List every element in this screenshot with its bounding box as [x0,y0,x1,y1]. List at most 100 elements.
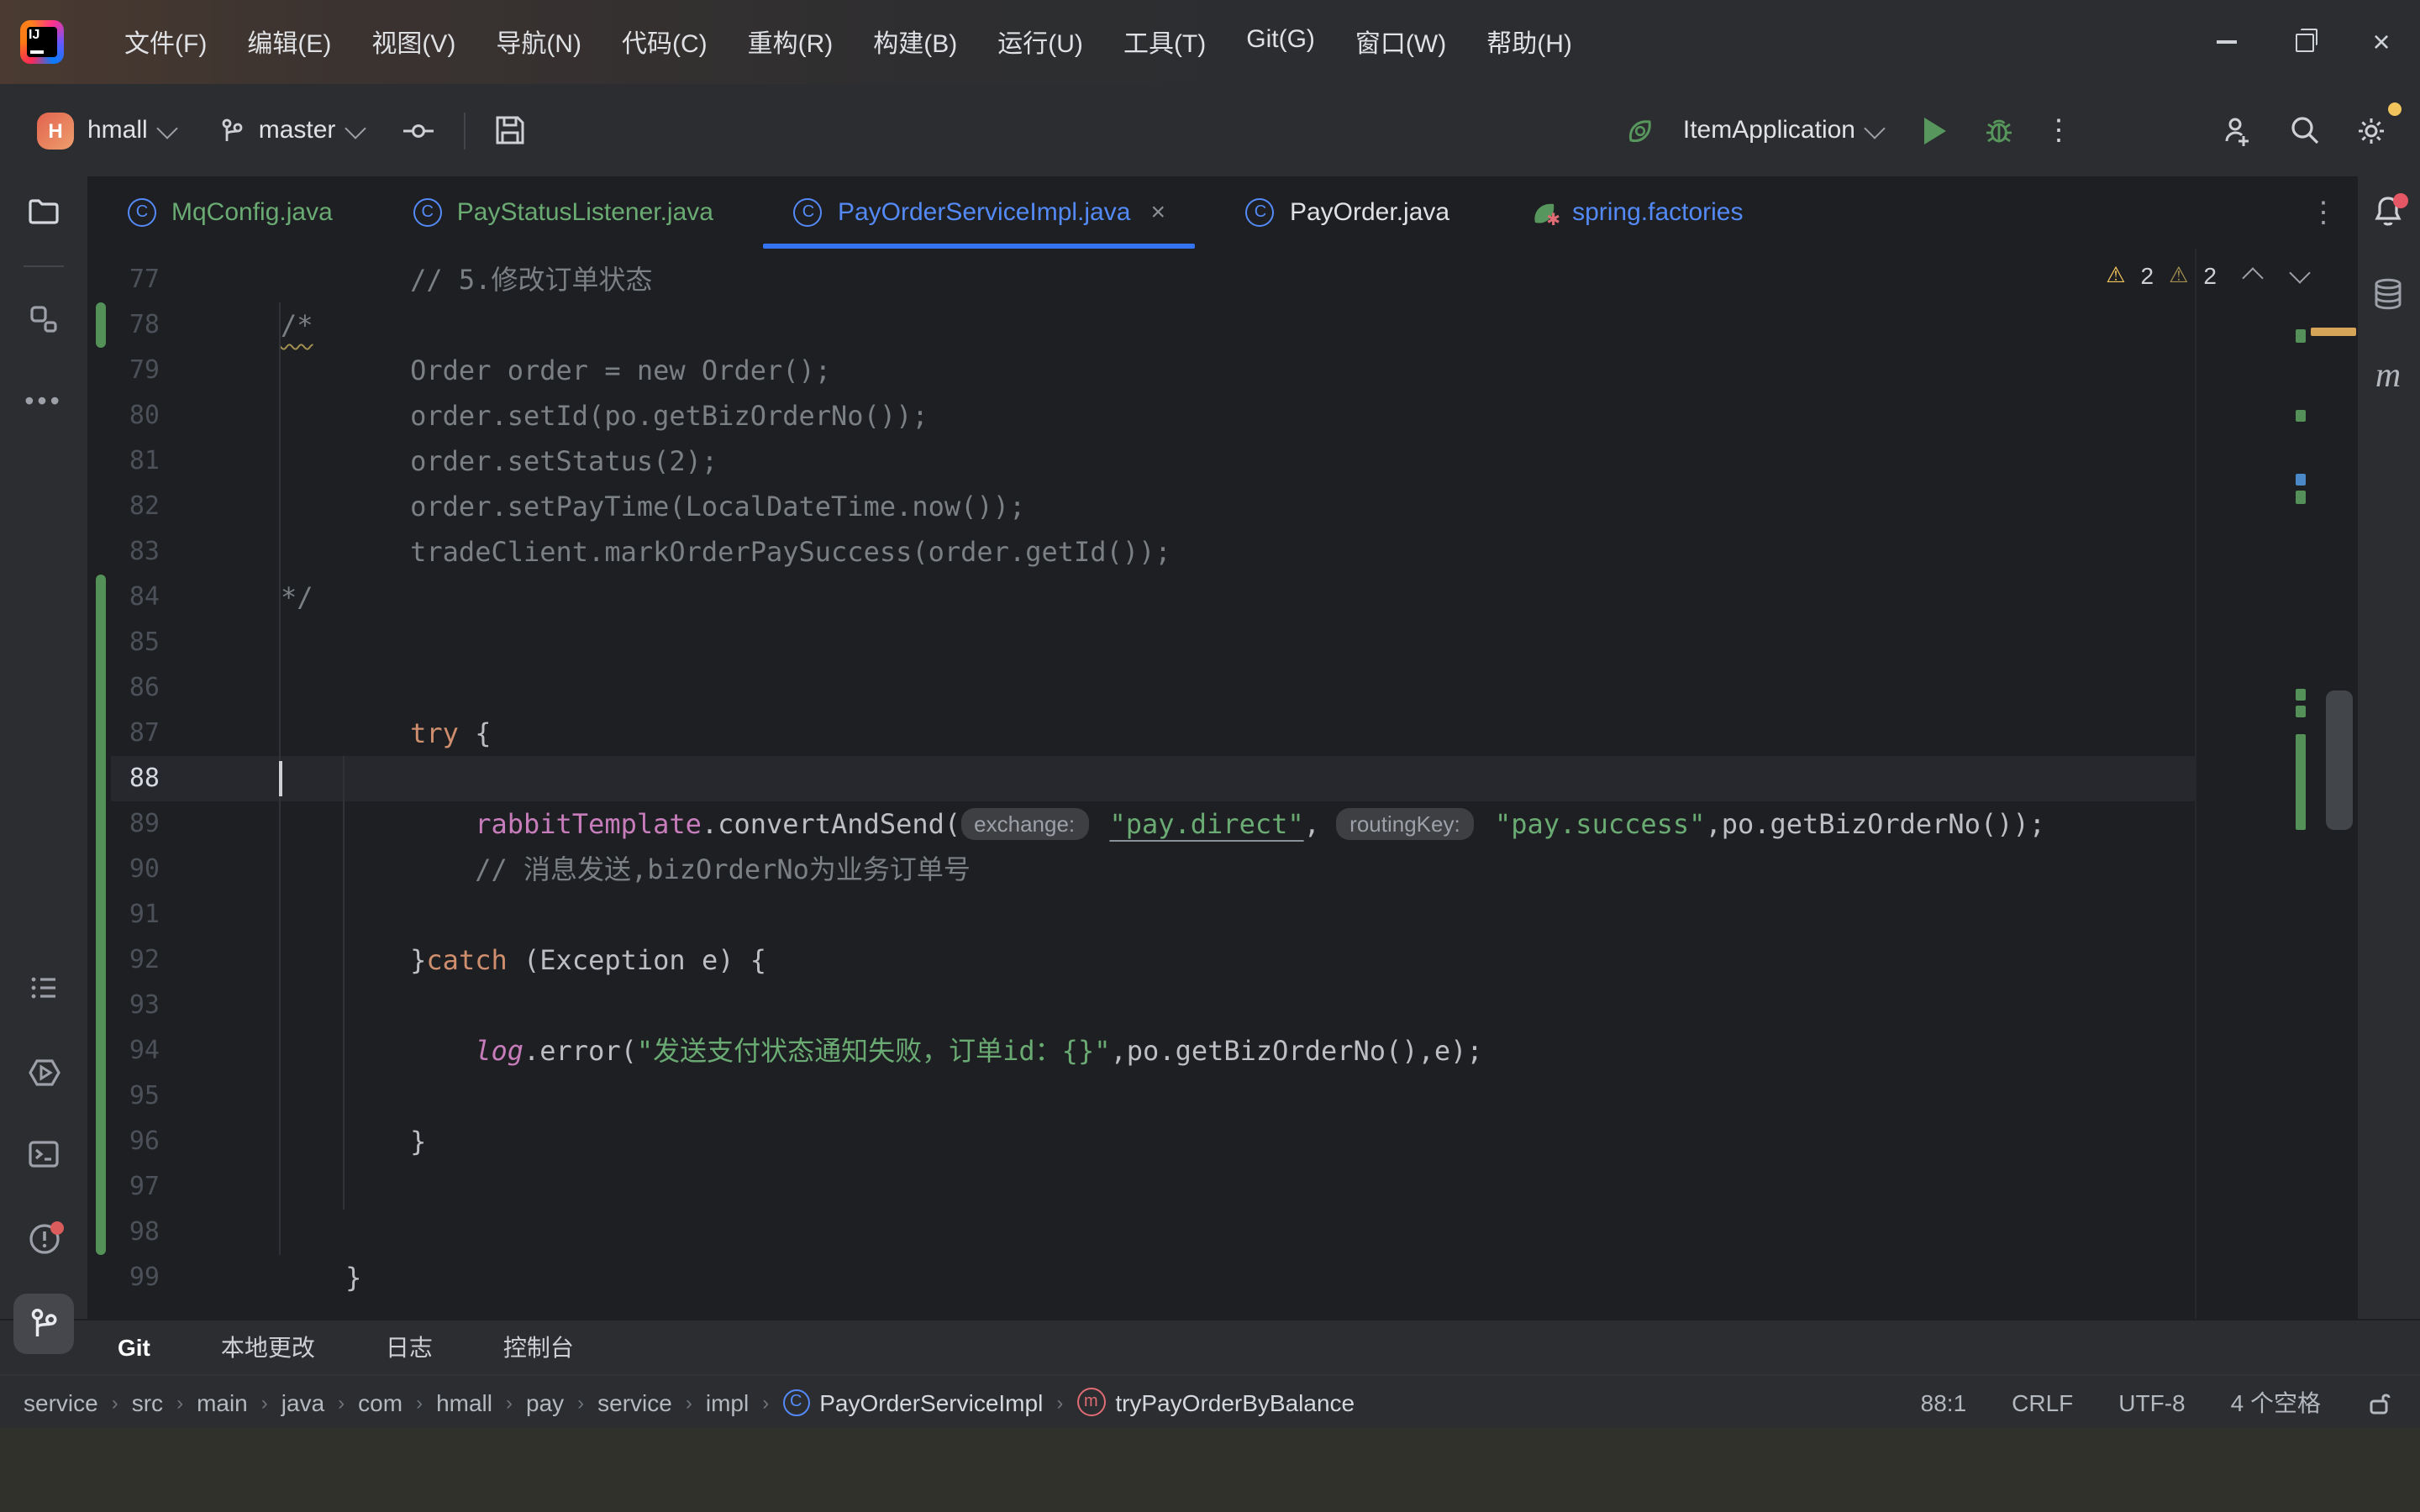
close-button[interactable]: × [2343,0,2420,84]
line-number[interactable]: 81 [87,438,160,484]
tab-list-button[interactable]: ⋮ [2289,196,2358,229]
git-tool-button[interactable] [13,1294,74,1354]
stripe-mark[interactable] [2296,474,2306,486]
menu-view[interactable]: 视图(V) [355,18,472,66]
file-encoding[interactable]: UTF-8 [2118,1389,2185,1415]
terminal-tool-button[interactable] [17,1127,71,1181]
windows-taskbar: 6 [0,1428,2420,1512]
more-tool-windows-button[interactable]: ••• [17,376,71,430]
line-number[interactable]: 77 [87,257,160,302]
structure-tool-button[interactable] [17,292,71,346]
line-number[interactable]: 79 [87,348,160,393]
java-class-icon: C [128,198,156,227]
search-everywhere-button[interactable] [2279,105,2329,155]
code-line-85 [281,620,2045,665]
breadcrumb-item[interactable]: main [197,1389,248,1415]
menu-file[interactable]: 文件(F) [108,18,224,66]
menu-code[interactable]: 代码(C) [605,18,724,66]
code-line-82: order.setPayTime(LocalDateTime.now()); [281,484,2045,529]
problems-tool-button[interactable] [17,1211,71,1265]
branch-widget[interactable]: master [218,116,363,144]
menu-help[interactable]: 帮助(H) [1470,18,1589,66]
menu-build[interactable]: 构建(B) [856,18,974,66]
panel-tab-console[interactable]: 控制台 [503,1331,574,1364]
intellij-logo-icon[interactable]: IJ [20,20,64,64]
minimize-button[interactable] [2188,0,2265,84]
debug-button[interactable] [1973,105,2023,155]
menu-edit[interactable]: 编辑(E) [230,18,348,66]
panel-tab-log[interactable]: 日志 [386,1331,433,1364]
restore-button[interactable] [2265,0,2343,84]
caret-position[interactable]: 88:1 [1921,1389,1967,1415]
breadcrumb-item[interactable]: tryPayOrderByBalance [1115,1389,1355,1415]
settings-button[interactable] [2346,105,2396,155]
todo-tool-button[interactable] [17,961,71,1015]
breadcrumb-item[interactable]: PayOrderServiceImpl [819,1389,1043,1415]
tab-mqconfig[interactable]: C MqConfig.java [87,176,373,249]
run-button[interactable] [1909,105,1960,155]
stripe-mark[interactable] [2296,410,2306,422]
project-widget[interactable]: H hmall [0,112,175,149]
line-separator[interactable]: CRLF [2012,1389,2073,1415]
indent-style[interactable]: 4 个空格 [2231,1385,2321,1419]
stripe-mark[interactable] [2296,689,2306,701]
line-number[interactable]: 82 [87,484,160,529]
database-tool-button[interactable] [2361,267,2415,321]
git-branch-icon [27,1307,60,1341]
services-tool-button[interactable] [17,1045,71,1099]
save-button[interactable] [485,105,535,155]
chevron-down-icon [345,117,366,138]
menu-window[interactable]: 窗口(W) [1339,18,1463,66]
previous-problem-icon[interactable] [2242,267,2263,288]
breadcrumb-item[interactable]: hmall [436,1389,492,1415]
breadcrumb-item[interactable]: service [24,1389,98,1415]
code-line-98 [281,1210,2045,1255]
breadcrumb-item[interactable]: service [597,1389,672,1415]
tab-paystatuslistener[interactable]: C PayStatusListener.java [373,176,754,249]
menu-refactor[interactable]: 重构(R) [731,18,850,66]
code-editor[interactable]: 7778798081828384858687888990919293949596… [87,249,2358,1319]
more-actions-button[interactable]: ⋮ [2033,105,2084,155]
run-configuration-selector[interactable]: ItemApplication [1628,116,1882,144]
scrollbar-thumb[interactable] [2326,690,2353,830]
breadcrumb-item[interactable]: src [132,1389,163,1415]
project-tool-button[interactable] [17,185,71,239]
unlocked-icon[interactable] [2366,1389,2393,1415]
breadcrumb-item[interactable]: com [358,1389,402,1415]
stripe-mark[interactable] [2296,491,2306,504]
panel-tab-git[interactable]: Git [118,1334,150,1361]
tab-spring-factories[interactable]: ✱ spring.factories [1490,176,1783,249]
breadcrumb-item[interactable]: java [281,1389,324,1415]
line-number[interactable]: 80 [87,393,160,438]
breadcrumb-item[interactable]: pay [526,1389,564,1415]
tab-payorder[interactable]: C PayOrder.java [1206,176,1490,249]
inspections-widget[interactable]: ⚠ 2 ⚠ 2 [2106,262,2307,289]
notifications-button[interactable] [2361,185,2415,239]
breadcrumb-item[interactable]: impl [706,1389,749,1415]
menu-tools[interactable]: 工具(T) [1107,18,1223,66]
code-line-87: try { [281,711,2045,756]
commit-button[interactable] [392,105,443,155]
problems-badge [50,1221,63,1234]
menu-run[interactable]: 运行(U) [981,18,1100,66]
line-number[interactable]: 99 [87,1255,160,1300]
line-number[interactable]: 83 [87,529,160,575]
error-stripe[interactable] [2294,249,2358,1319]
stripe-mark[interactable] [2311,328,2356,336]
bug-icon [1982,114,2014,146]
right-margin-guide [2195,249,2196,1319]
stripe-mark[interactable] [2296,734,2306,830]
code-line-95 [281,1074,2045,1119]
chevron-down-icon [156,117,177,138]
close-tab-icon[interactable]: × [1150,198,1165,227]
panel-tab-local-changes[interactable]: 本地更改 [221,1331,315,1364]
stripe-mark[interactable] [2296,706,2306,717]
code-line-84: */ [281,575,2045,620]
maven-tool-button[interactable]: m [2361,348,2415,402]
tab-payorderserviceimpl[interactable]: C PayOrderServiceImpl.java × [754,176,1206,249]
menu-navigate[interactable]: 导航(N) [479,18,598,66]
stripe-mark[interactable] [2296,329,2306,343]
menu-git[interactable]: Git(G) [1229,18,1332,66]
window-controls: × [2188,0,2420,84]
code-with-me-button[interactable] [2212,105,2262,155]
